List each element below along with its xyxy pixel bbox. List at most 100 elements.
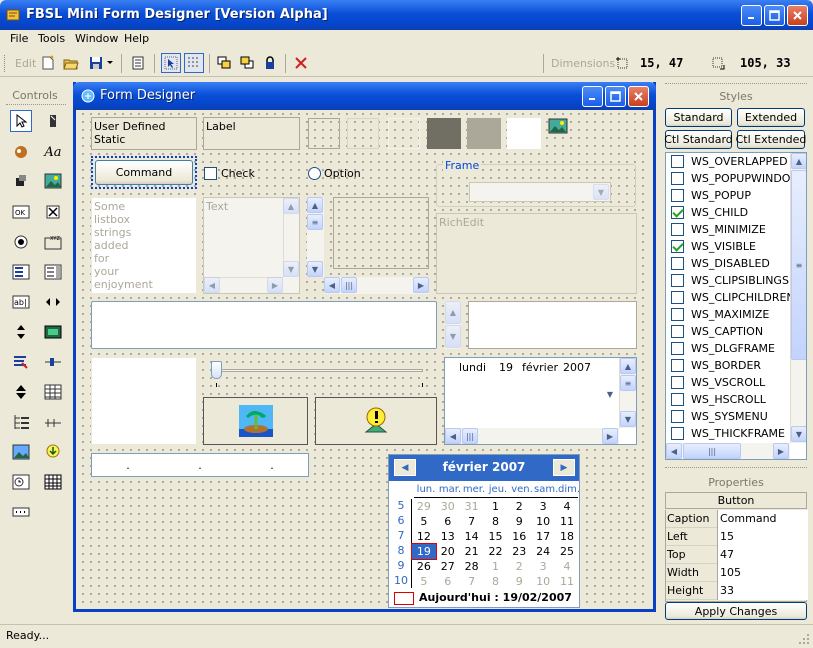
list-item[interactable]: listbox xyxy=(94,213,194,226)
extended-button[interactable]: Extended xyxy=(737,108,805,127)
hscroll-tool-icon[interactable] xyxy=(42,291,64,313)
style-checkbox[interactable] xyxy=(671,189,684,202)
frame-rect-3[interactable] xyxy=(388,118,420,149)
label-tool-icon[interactable]: Aa xyxy=(42,141,64,163)
apply-changes-button[interactable]: Apply Changes xyxy=(665,602,807,620)
calendar-day[interactable]: 31 xyxy=(460,499,484,514)
button-tool-icon[interactable]: OK xyxy=(10,201,32,223)
style-item[interactable]: WS_CLIPCHILDREN xyxy=(666,289,791,306)
vertical-scrollbar[interactable]: ▲ ≡ ▼ xyxy=(619,358,636,428)
label-control[interactable]: Label xyxy=(203,117,300,150)
style-item[interactable]: WS_CAPTION xyxy=(666,323,763,340)
cursor-tool-icon[interactable] xyxy=(42,110,64,132)
calendar-day[interactable]: 1 xyxy=(484,499,508,514)
calendar-day[interactable]: 26 xyxy=(412,559,436,574)
style-item[interactable]: WS_MAXIMIZE xyxy=(666,306,769,323)
animation-tool-icon[interactable] xyxy=(42,321,64,343)
scroll-right-icon[interactable]: ▶ xyxy=(773,443,789,459)
scroll-up-icon[interactable]: ▲ xyxy=(791,153,806,169)
scroll-left-icon[interactable]: ◀ xyxy=(204,277,220,293)
textbox-multiline[interactable]: Text ▲ ▼ ◀ ▶ xyxy=(203,197,300,294)
scroll-up-icon[interactable]: ▲ xyxy=(620,358,636,374)
grid-tool-icon[interactable] xyxy=(42,471,64,493)
spin-up-icon[interactable]: ▲ xyxy=(445,301,461,324)
text-panel[interactable] xyxy=(468,301,637,349)
calendar-day[interactable]: 13 xyxy=(436,529,460,544)
option-control[interactable]: Option xyxy=(308,167,361,180)
updown-control[interactable]: ▲ ▼ xyxy=(445,301,461,349)
calendar-day[interactable]: 10 xyxy=(531,574,555,589)
menu-tools[interactable]: Tools xyxy=(38,32,65,45)
bring-front-icon[interactable] xyxy=(214,53,234,73)
style-item[interactable]: WS_THICKFRAME xyxy=(666,425,785,442)
image-tool-icon[interactable] xyxy=(10,441,32,463)
month-calendar[interactable]: ◀ février 2007 ▶ lun. mar. mer. jeu. ven… xyxy=(388,454,580,608)
style-item[interactable]: WS_POPUPWINDO xyxy=(666,170,790,187)
next-month-button[interactable]: ▶ xyxy=(553,459,575,476)
scroll-thumb[interactable]: ||| xyxy=(683,443,741,459)
calendar-day[interactable]: 2 xyxy=(507,499,531,514)
command-button[interactable]: Command xyxy=(95,160,193,185)
title-bar[interactable]: FBSL Mini Form Designer [Version Alpha] xyxy=(0,0,813,30)
ctl-standard-button[interactable]: Ctl Standard xyxy=(664,130,733,149)
style-item[interactable]: WS_CLIPSIBLINGS xyxy=(666,272,789,289)
list-item[interactable]: added xyxy=(94,239,194,252)
horizontal-scrollbar[interactable]: ◀ ||| ▶ xyxy=(666,443,790,459)
user-static[interactable]: User Defined Static xyxy=(91,117,197,150)
listbox-tool-icon[interactable] xyxy=(10,261,32,283)
calendar-day[interactable]: 18 xyxy=(555,529,579,544)
header-tool-icon[interactable] xyxy=(42,411,64,433)
resize-grip-icon[interactable] xyxy=(798,633,810,648)
style-checkbox[interactable] xyxy=(671,155,684,168)
option-radio[interactable] xyxy=(308,167,321,180)
calendar-day[interactable]: 7 xyxy=(460,574,484,589)
lock-icon[interactable] xyxy=(260,53,280,73)
width-field[interactable]: 105 xyxy=(717,564,808,582)
calendar-day[interactable]: 8 xyxy=(484,514,508,529)
calendar-day[interactable]: 24 xyxy=(531,544,555,559)
calendar-day[interactable]: 14 xyxy=(460,529,484,544)
calendar-day[interactable]: 5 xyxy=(412,574,436,589)
style-checkbox[interactable] xyxy=(671,308,684,321)
scroll-down-icon[interactable]: ▼ xyxy=(283,261,299,277)
picture-icon[interactable] xyxy=(548,118,568,137)
style-checkbox[interactable] xyxy=(671,410,684,423)
date-listbox[interactable]: lundi 19 février 2007 ▼ ▲ ≡ ▼ ◀ ||| ▶ xyxy=(444,357,637,445)
calendar-day[interactable]: 3 xyxy=(531,559,555,574)
calendar-day[interactable]: 30 xyxy=(436,499,460,514)
list-item[interactable]: enjoyment xyxy=(94,278,194,291)
calendar-day[interactable]: 4 xyxy=(555,499,579,514)
picture-tool-icon[interactable] xyxy=(42,170,64,192)
delete-icon[interactable] xyxy=(291,53,311,73)
calendar-day[interactable]: 11 xyxy=(555,574,579,589)
scroll-down-icon[interactable]: ▼ xyxy=(307,261,323,277)
calendar-day[interactable]: 7 xyxy=(460,514,484,529)
scroll-thumb[interactable]: ≡ xyxy=(307,214,323,230)
updown-tool-icon[interactable] xyxy=(10,321,32,343)
menu-file[interactable]: File xyxy=(10,32,28,45)
image-button[interactable] xyxy=(203,397,308,445)
scroll-down-icon[interactable]: ▼ xyxy=(791,426,806,442)
richedit-tool-icon[interactable] xyxy=(10,351,32,373)
chevron-down-icon[interactable]: ▼ xyxy=(602,380,618,408)
vertical-scrollbar[interactable]: ▲ ≡ ▼ xyxy=(790,153,806,443)
calendar-day[interactable]: 21 xyxy=(460,544,484,559)
style-checkbox[interactable] xyxy=(671,376,684,389)
style-checkbox[interactable] xyxy=(671,206,684,219)
black-rect[interactable] xyxy=(427,118,461,149)
style-item[interactable]: WS_MINIMIZE xyxy=(666,221,766,238)
list-item[interactable]: for xyxy=(94,252,194,265)
calendar-day[interactable]: 6 xyxy=(436,574,460,589)
scroll-thumb[interactable]: ≡ xyxy=(791,170,806,360)
datetime-tool-icon[interactable] xyxy=(10,471,32,493)
spin-tool-icon[interactable] xyxy=(10,381,32,403)
style-checkbox[interactable] xyxy=(671,172,684,185)
style-checkbox[interactable] xyxy=(671,359,684,372)
new-icon[interactable] xyxy=(38,53,58,73)
scroll-up-icon[interactable]: ▲ xyxy=(283,198,299,214)
calendar-day[interactable]: 12 xyxy=(412,529,436,544)
calendar-day[interactable]: 23 xyxy=(507,544,531,559)
calendar-day[interactable]: 25 xyxy=(555,544,579,559)
calendar-day[interactable]: 10 xyxy=(531,514,555,529)
spin-down-icon[interactable]: ▼ xyxy=(445,325,461,348)
